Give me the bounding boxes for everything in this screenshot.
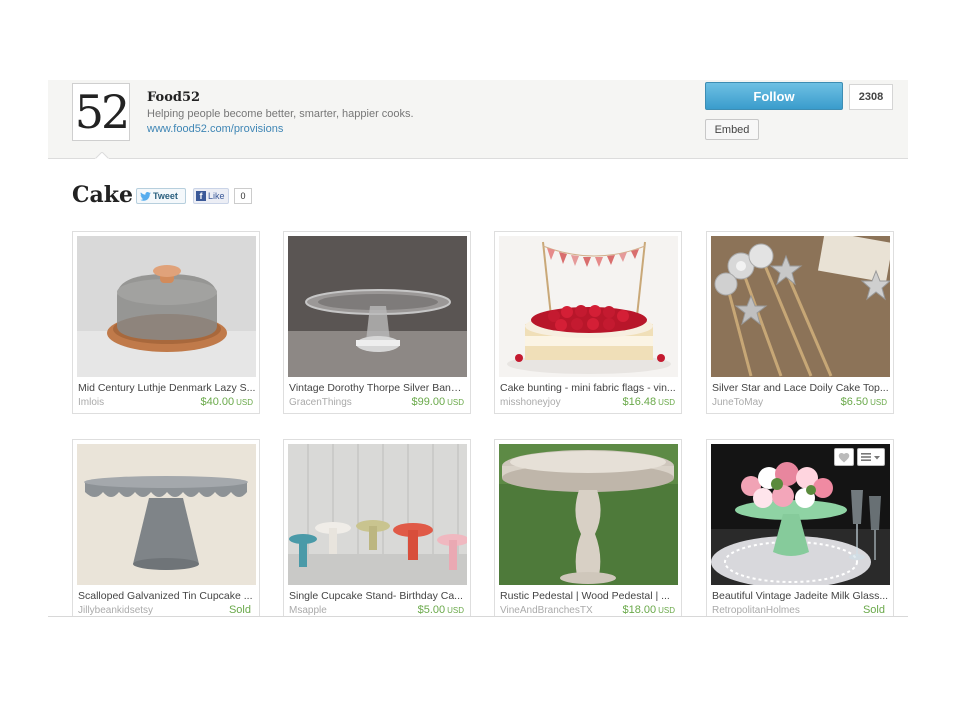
like-label: Like xyxy=(208,191,225,201)
listing-card[interactable]: Vintage Dorothy Thorpe Silver Band ... G… xyxy=(283,231,471,414)
twitter-bird-icon xyxy=(140,191,151,201)
tweet-button[interactable]: Tweet xyxy=(136,188,186,204)
listing-card[interactable]: Single Cupcake Stand- Birthday Ca... Msa… xyxy=(283,439,471,622)
facebook-icon: f xyxy=(196,191,206,201)
listing-image[interactable] xyxy=(77,236,256,377)
header-pointer xyxy=(95,152,109,160)
content-divider xyxy=(48,616,908,617)
tweet-label: Tweet xyxy=(153,191,178,201)
listing-title[interactable]: Mid Century Luthje Denmark Lazy S... xyxy=(78,382,256,394)
listing-price: Sold xyxy=(862,604,885,616)
listing-card[interactable]: Mid Century Luthje Denmark Lazy S... Iml… xyxy=(72,231,260,414)
listing-price: $18.00 USD xyxy=(622,604,675,616)
listing-price: $5.00 USD xyxy=(417,604,464,616)
listing-image[interactable] xyxy=(288,236,467,377)
listing-price: $16.48 USD xyxy=(622,396,675,408)
listing-price: $6.50 USD xyxy=(840,396,887,408)
listing-seller[interactable]: misshoneyjoy xyxy=(500,397,561,408)
follow-button[interactable]: Follow xyxy=(705,82,843,110)
listing-price: $40.00 USD xyxy=(200,396,253,408)
shop-tagline: Helping people become better, smarter, h… xyxy=(147,108,414,120)
listing-price: $99.00 USD xyxy=(411,396,464,408)
listing-card[interactable]: Scalloped Galvanized Tin Cupcake ... Jil… xyxy=(72,439,260,622)
listing-card[interactable]: Beautiful Vintage Jadeite Milk Glass... … xyxy=(706,439,894,622)
listing-seller[interactable]: VineAndBranchesTX xyxy=(500,605,593,616)
listing-seller[interactable]: Imlois xyxy=(78,397,104,408)
listing-title[interactable]: Cake bunting - mini fabric flags - vin..… xyxy=(500,382,678,394)
listing-image[interactable] xyxy=(77,444,256,585)
listing-card[interactable]: Rustic Pedestal | Wood Pedestal | ... Vi… xyxy=(494,439,682,622)
listing-menu-button[interactable] xyxy=(857,448,885,466)
listing-title[interactable]: Rustic Pedestal | Wood Pedestal | ... xyxy=(500,590,678,602)
favorite-button[interactable] xyxy=(834,448,854,466)
like-count: 0 xyxy=(234,188,252,204)
listing-title[interactable]: Scalloped Galvanized Tin Cupcake ... xyxy=(78,590,256,602)
embed-button[interactable]: Embed xyxy=(705,119,759,140)
list-menu-icon xyxy=(861,453,880,461)
collection-title: Cake xyxy=(72,182,134,208)
listing-card[interactable]: Cake bunting - mini fabric flags - vin..… xyxy=(494,231,682,414)
listing-image[interactable] xyxy=(499,236,678,377)
listing-seller[interactable]: RetropolitanHolmes xyxy=(712,605,800,616)
listing-image[interactable] xyxy=(288,444,467,585)
page-bottom-blank xyxy=(48,617,908,720)
listing-title[interactable]: Silver Star and Lace Doily Cake Top... xyxy=(712,382,890,394)
listing-title[interactable]: Beautiful Vintage Jadeite Milk Glass... xyxy=(712,590,890,602)
listing-card[interactable]: Silver Star and Lace Doily Cake Top... J… xyxy=(706,231,894,414)
listing-price: Sold xyxy=(228,604,251,616)
shop-url-link[interactable]: www.food52.com/provisions xyxy=(147,123,283,135)
listing-title[interactable]: Single Cupcake Stand- Birthday Ca... xyxy=(289,590,467,602)
listing-title[interactable]: Vintage Dorothy Thorpe Silver Band ... xyxy=(289,382,467,394)
shop-logo[interactable]: 52 xyxy=(72,83,130,141)
listing-image[interactable] xyxy=(711,236,890,377)
follower-count: 2308 xyxy=(849,84,893,110)
shop-name[interactable]: Food52 xyxy=(147,90,200,105)
listing-image[interactable] xyxy=(499,444,678,585)
listing-seller[interactable]: JuneToMay xyxy=(712,397,763,408)
listing-seller[interactable]: Msapple xyxy=(289,605,327,616)
facebook-like-button[interactable]: f Like xyxy=(193,188,229,204)
listing-seller[interactable]: Jillybeankidsetsy xyxy=(78,605,153,616)
heart-icon xyxy=(838,452,850,462)
listing-seller[interactable]: GracenThings xyxy=(289,397,352,408)
